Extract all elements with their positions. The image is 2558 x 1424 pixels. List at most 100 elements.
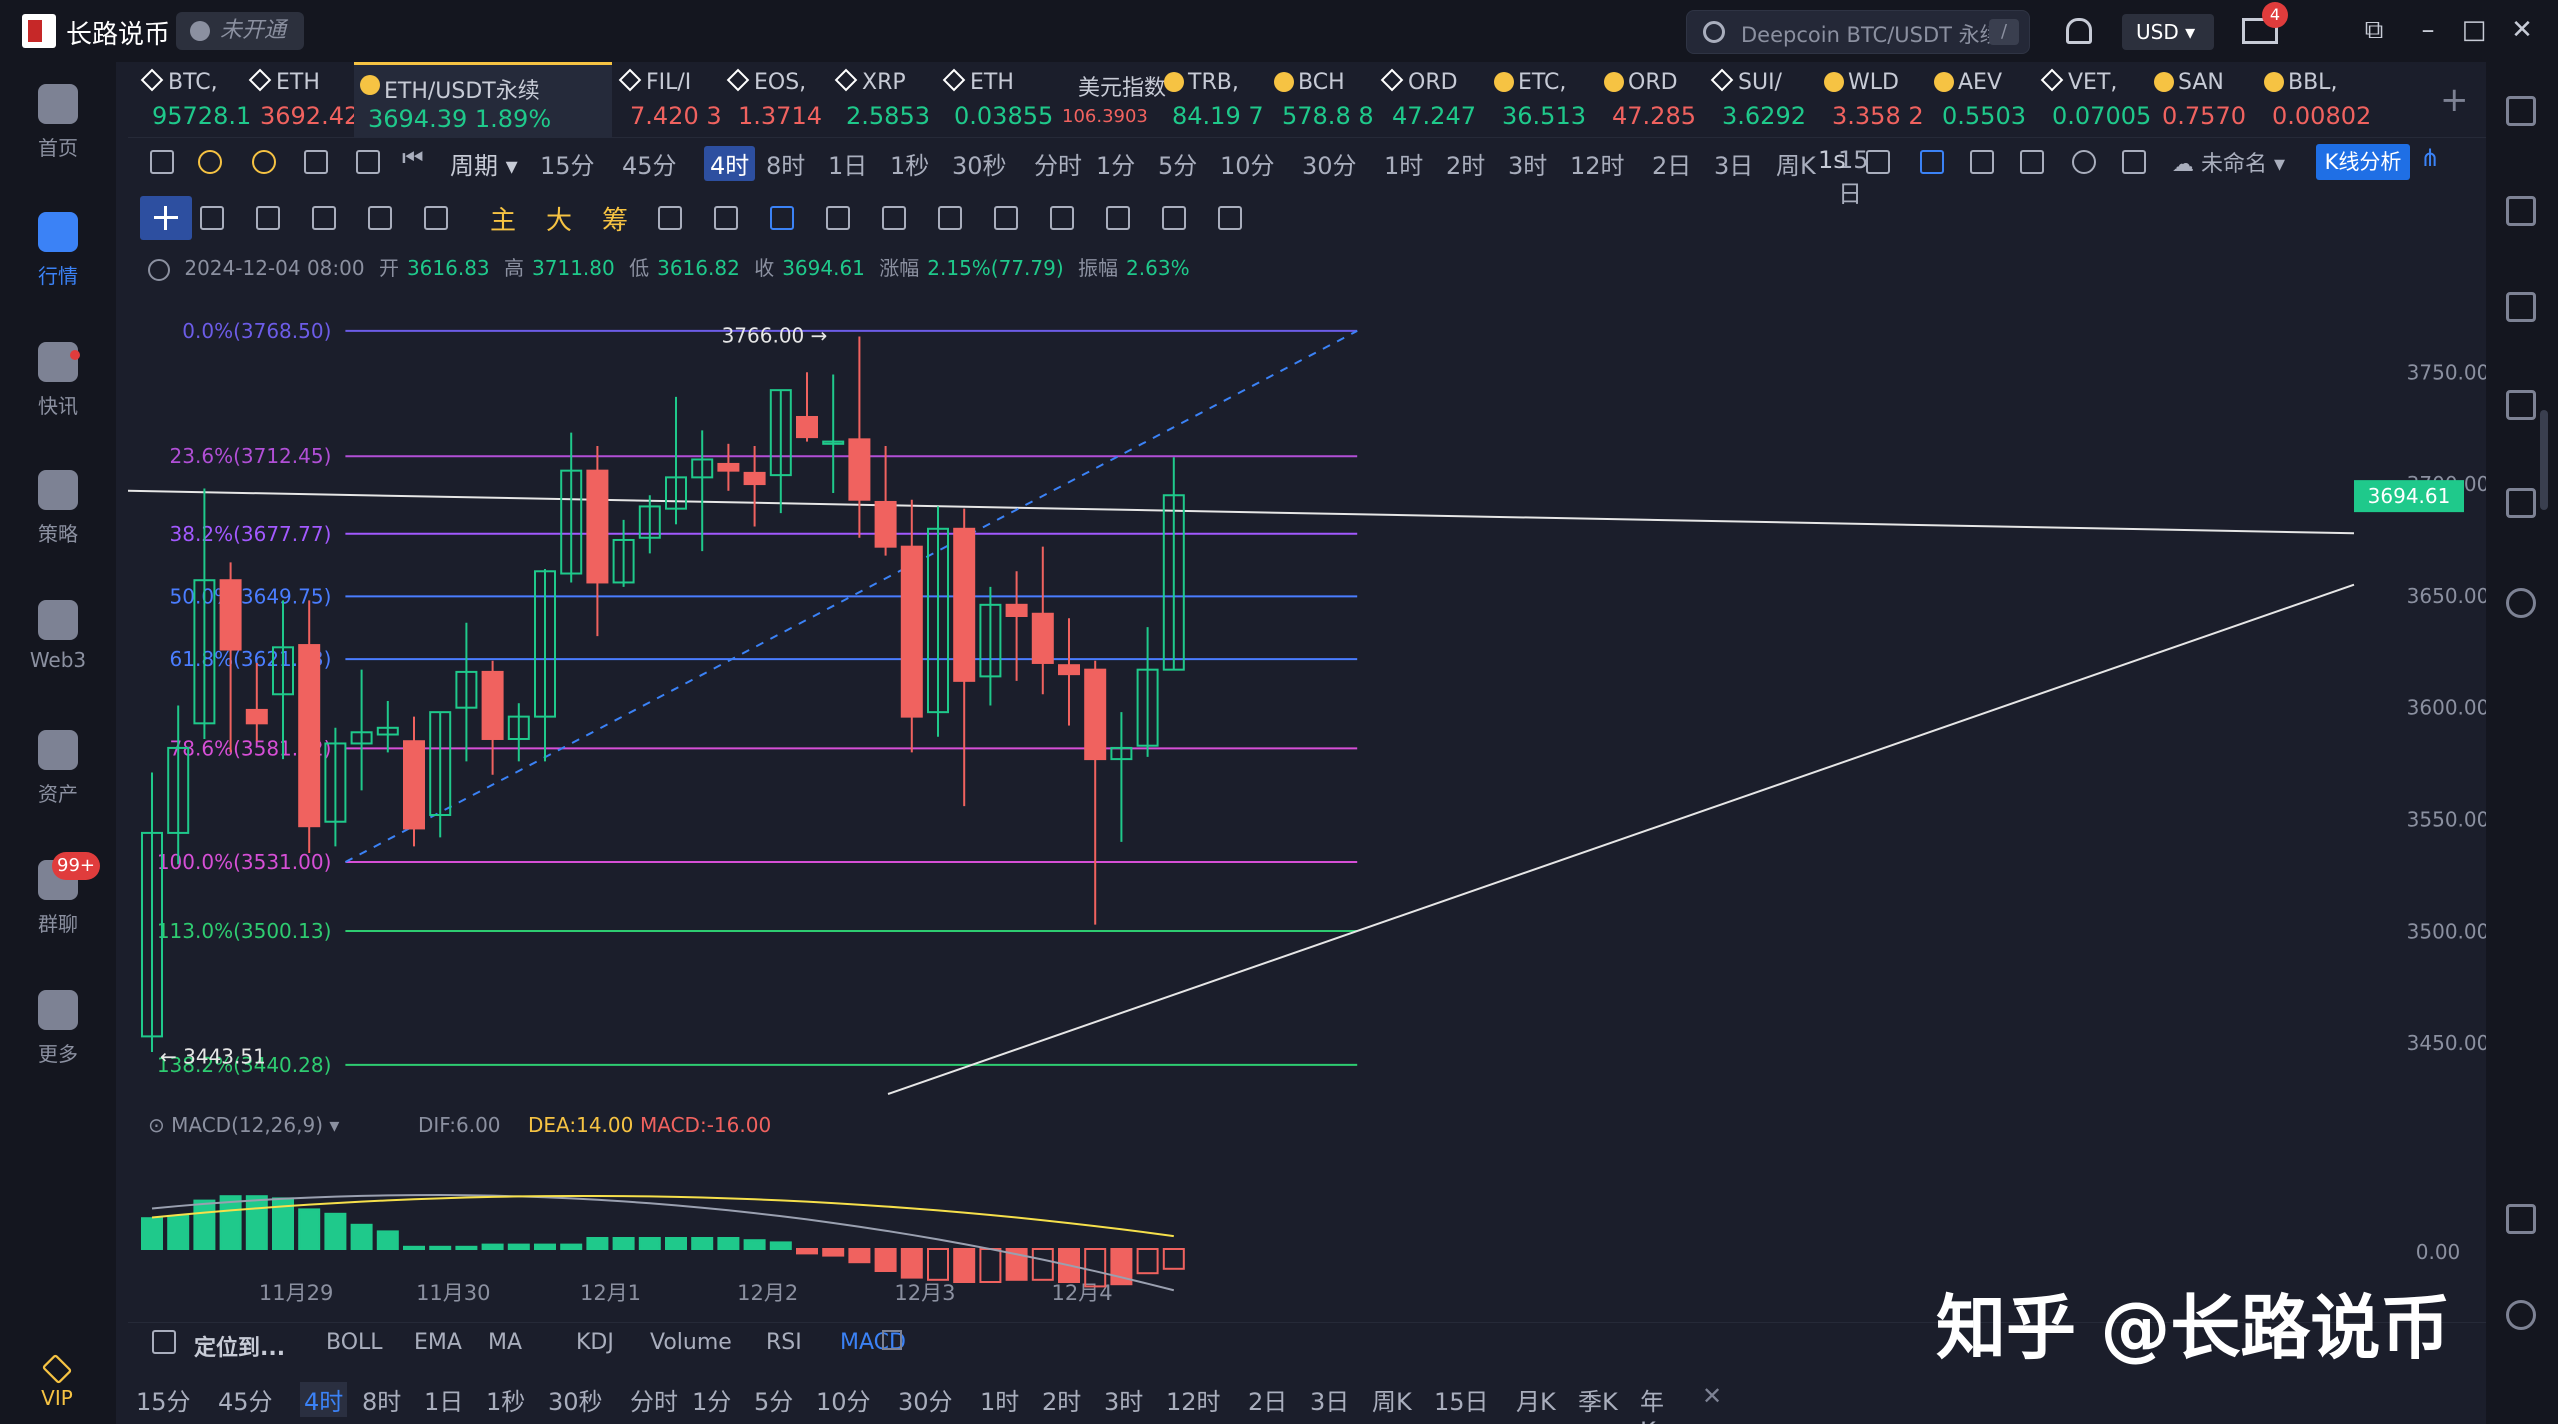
bottom-timeframe-option[interactable]: 分时 xyxy=(630,1382,678,1417)
period-select[interactable]: 周期 ▾ xyxy=(450,146,518,181)
indicator-option[interactable]: BOLL xyxy=(326,1330,383,1355)
maximize-icon[interactable]: □ xyxy=(2460,16,2488,44)
fullscreen-icon[interactable] xyxy=(2122,150,2146,174)
template-icon[interactable] xyxy=(2020,150,2044,174)
ticker-item[interactable]: FIL/I 7.420 3 xyxy=(616,62,722,138)
panel-icon[interactable] xyxy=(2506,1204,2536,1234)
collapse-icon[interactable] xyxy=(148,258,170,281)
bottom-timeframe-option[interactable]: 5分 xyxy=(754,1382,793,1417)
bottom-timeframe-option[interactable]: 2日 xyxy=(1248,1382,1287,1417)
drawing-label[interactable]: 主 xyxy=(490,200,516,237)
indicator-option[interactable]: KDJ xyxy=(576,1330,614,1355)
nav-news[interactable]: 快讯 xyxy=(0,328,116,438)
indicator-option[interactable]: Volume xyxy=(650,1330,732,1355)
ticker-item[interactable]: 美元指数 106.3903 xyxy=(1048,62,1166,138)
timeframe-option[interactable]: 45分 xyxy=(622,146,677,181)
pen-icon[interactable] xyxy=(1920,150,1944,174)
more-icon[interactable] xyxy=(424,206,448,230)
refresh-icon[interactable] xyxy=(2506,588,2536,618)
settings-icon[interactable] xyxy=(2072,150,2096,174)
bottom-timeframe-option[interactable]: 月K xyxy=(1516,1382,1556,1417)
bottom-timeframe-option[interactable]: 1日 xyxy=(424,1382,463,1417)
bottom-timeframe-option[interactable]: 12时 xyxy=(1166,1382,1221,1417)
currency-select[interactable]: USD ▾ xyxy=(2122,14,2214,50)
indicator-option[interactable]: MA xyxy=(488,1330,522,1355)
drawing-label[interactable]: 筹 xyxy=(602,200,628,237)
ticker-item[interactable]: ETH 0.03855 xyxy=(940,62,1053,138)
timeframe-option[interactable]: 1分 xyxy=(1096,146,1135,181)
add-ticker-icon[interactable]: + xyxy=(2440,80,2469,120)
bottom-timeframe-option[interactable]: 30分 xyxy=(898,1382,953,1417)
timeframe-option[interactable]: 3日 xyxy=(1714,146,1753,181)
bottom-timeframe-option[interactable]: 30秒 xyxy=(548,1382,603,1417)
filter-icon[interactable] xyxy=(1162,206,1186,230)
ticker-item[interactable]: WLD 3.358 2 xyxy=(1818,62,1924,138)
crop-icon[interactable] xyxy=(1970,150,1994,174)
timeframe-option[interactable]: 周K xyxy=(1776,146,1816,181)
headset-icon[interactable] xyxy=(2506,1300,2536,1330)
calendar-icon[interactable] xyxy=(304,150,328,174)
bottom-timeframe-option[interactable]: 3日 xyxy=(1310,1382,1349,1417)
close-icon[interactable]: ✕ xyxy=(1702,1382,1722,1410)
bottom-timeframe-option[interactable]: 1秒 xyxy=(486,1382,525,1417)
ticker-item[interactable]: ETC, 36.513 xyxy=(1488,62,1594,138)
timeframe-option[interactable]: 5分 xyxy=(1158,146,1197,181)
brush-icon[interactable] xyxy=(882,206,906,230)
ticker-item[interactable]: TRB, 84.19 7 xyxy=(1158,62,1264,138)
timeframe-option[interactable]: 10分 xyxy=(1220,146,1275,181)
timeframe-option[interactable]: 1日 xyxy=(828,146,867,181)
trash-icon[interactable] xyxy=(1218,206,1242,230)
layout-select[interactable]: ☁ 未命名 ▾ xyxy=(2172,146,2285,178)
chart-icon[interactable] xyxy=(2506,488,2536,518)
bottom-timeframe-option[interactable]: 年K xyxy=(1640,1382,1664,1424)
nav-assets[interactable]: 资产 xyxy=(0,716,116,826)
calendar-icon[interactable] xyxy=(152,1330,176,1354)
interval-label[interactable]: 1s xyxy=(1818,146,1846,174)
ticker-item[interactable]: BBL, 0.00802 xyxy=(2258,62,2371,138)
ticker-item[interactable]: VET, 0.07005 xyxy=(2038,62,2151,138)
ticker-item[interactable]: XRP 2.5853 xyxy=(832,62,936,138)
nav-strategy[interactable]: 策略 xyxy=(0,456,116,566)
coin-icon[interactable] xyxy=(198,150,222,174)
indicator-icon[interactable] xyxy=(938,206,962,230)
timeframe-option[interactable]: 3时 xyxy=(1508,146,1547,181)
bell-icon[interactable] xyxy=(2066,18,2092,44)
search-input[interactable]: Deepcoin BTC/USDT 永续 / xyxy=(1686,10,2030,54)
bottom-timeframe-option[interactable]: 周K xyxy=(1372,1382,1412,1417)
bottom-timeframe-option[interactable]: 1分 xyxy=(692,1382,731,1417)
horizontal-lines-icon[interactable] xyxy=(200,206,224,230)
nav-more[interactable]: 更多 xyxy=(0,976,116,1086)
ticker-item[interactable]: BCH 578.8 8 xyxy=(1268,62,1374,138)
rewind-icon[interactable]: ⏮ xyxy=(402,144,424,172)
account-status-badge[interactable]: 未开通 xyxy=(176,12,305,50)
bottom-timeframe-option[interactable]: 45分 xyxy=(218,1382,273,1417)
line-tool-icon[interactable] xyxy=(312,206,336,230)
bottom-timeframe-option[interactable]: 季K xyxy=(1578,1382,1618,1417)
scrollbar[interactable] xyxy=(2540,410,2548,510)
note-icon[interactable] xyxy=(1050,206,1074,230)
minimize-icon[interactable]: – xyxy=(2414,16,2442,44)
timeframe-option[interactable]: 15分 xyxy=(540,146,595,181)
timeframe-option[interactable]: 30分 xyxy=(1302,146,1357,181)
drawing-label[interactable]: 大 xyxy=(546,200,572,237)
vip-button[interactable]: VIP xyxy=(32,1353,82,1416)
dollar-icon[interactable] xyxy=(2506,292,2536,322)
delete-icon[interactable] xyxy=(994,206,1018,230)
nav-web3[interactable]: Web3 xyxy=(0,586,116,696)
share-icon[interactable]: ⋔ xyxy=(2420,144,2440,172)
measure-icon[interactable] xyxy=(714,206,738,230)
bottom-timeframe-option[interactable]: 10分 xyxy=(816,1382,871,1417)
ticker-item[interactable]: SUI/3.6292 xyxy=(1708,62,1814,138)
nav-home[interactable]: 首页 xyxy=(0,70,116,180)
timeframe-option[interactable]: 1时 xyxy=(1384,146,1423,181)
ticker-item[interactable]: ETH/USDT永续 3694.39 1.89% xyxy=(354,62,612,138)
rectangle-icon[interactable] xyxy=(256,206,280,230)
locate-button[interactable]: 定位到... xyxy=(194,1330,285,1362)
indicator-option[interactable]: RSI xyxy=(766,1330,802,1355)
replay-icon[interactable] xyxy=(658,206,682,230)
ticker-item[interactable]: BTC, 95728.1 xyxy=(138,62,251,138)
document-icon[interactable] xyxy=(2506,196,2536,226)
timeframe-option[interactable]: 分时 xyxy=(1034,146,1082,181)
bottom-timeframe-option[interactable]: 15日 xyxy=(1434,1382,1489,1417)
bottom-timeframe-option[interactable]: 3时 xyxy=(1104,1382,1143,1417)
